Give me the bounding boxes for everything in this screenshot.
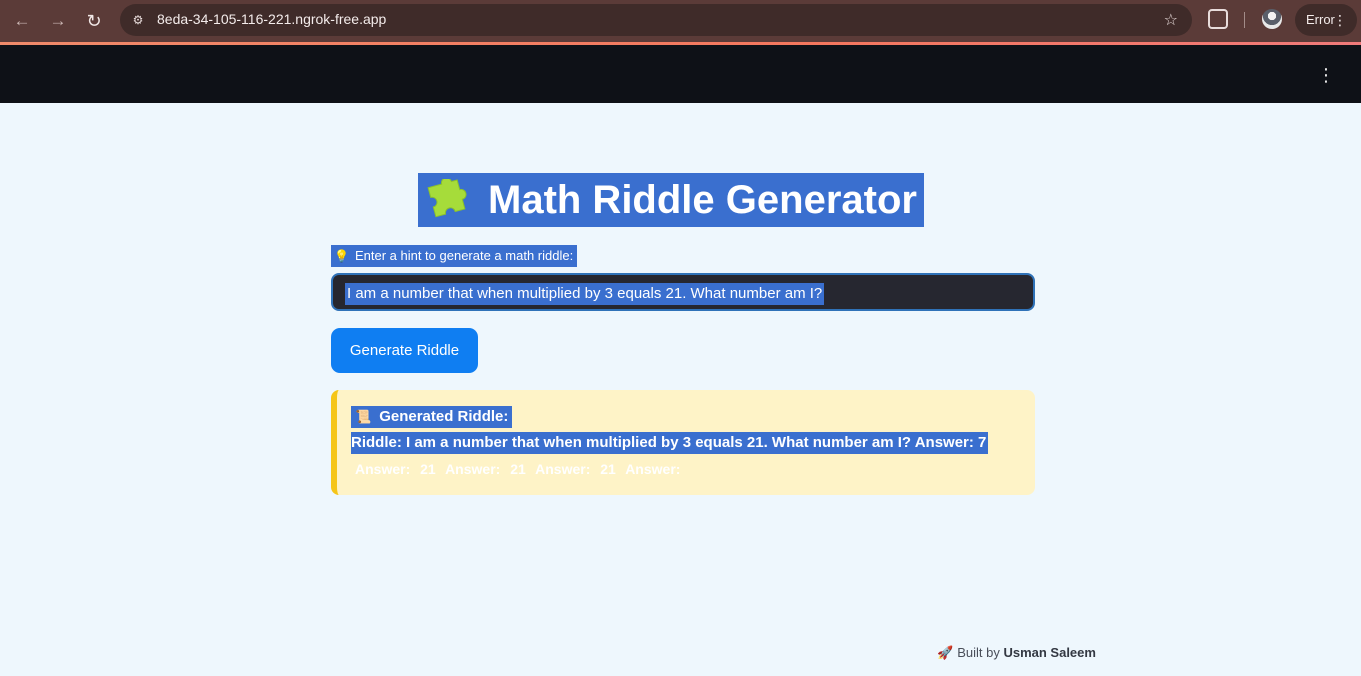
back-button[interactable]: ← (10, 9, 34, 33)
generate-riddle-button[interactable]: Generate Riddle (331, 328, 478, 373)
browser-toolbar: ← → ↻ ⚙ 8eda-34-105-116-221.ngrok-free.a… (0, 0, 1361, 42)
result-heading-text: Generated Riddle: (379, 408, 509, 425)
page-title: Math Riddle Generator (418, 173, 924, 227)
scroll-icon: 📜 (355, 409, 372, 424)
footer-author: Usman Saleem (1003, 645, 1096, 660)
footer: 🚀 Built by Usman Saleem (937, 645, 1096, 661)
extensions-icon[interactable] (1208, 9, 1228, 29)
title-text: Math Riddle Generator (488, 178, 917, 222)
rocket-icon: 🚀 (937, 645, 954, 660)
browser-menu-icon: ⋮ (1333, 12, 1347, 28)
reload-button[interactable]: ↻ (82, 9, 106, 33)
star-icon[interactable]: ☆ (1164, 10, 1178, 30)
toolbar-divider (1244, 12, 1245, 28)
footer-prefix: Built by (957, 645, 1000, 660)
error-menu-button[interactable]: Error ⋮ (1295, 4, 1357, 36)
result-panel: 📜 Generated Riddle: Riddle: I am a number… (331, 390, 1035, 495)
hint-label: 💡 Enter a hint to generate a math riddle: (331, 245, 578, 267)
forward-button[interactable]: → (46, 9, 70, 33)
address-bar[interactable]: ⚙ 8eda-34-105-116-221.ngrok-free.app ☆ (120, 4, 1192, 36)
hint-input-value[interactable]: I am a number that when multiplied by 3 … (345, 283, 825, 305)
result-extra-text: Answer: 21 Answer: 21 Answer: 21 Answer: (355, 461, 681, 477)
puzzle-icon (427, 179, 467, 218)
url-text[interactable]: 8eda-34-105-116-221.ngrok-free.app (157, 11, 386, 27)
result-riddle-text: Riddle: I am a number that when multipli… (351, 432, 989, 454)
result-heading: 📜 Generated Riddle: (351, 406, 513, 428)
error-label: Error (1306, 12, 1335, 27)
site-info-icon[interactable]: ⚙ (130, 12, 146, 28)
profile-avatar[interactable] (1262, 9, 1282, 29)
app-header: ⋮ (0, 45, 1361, 103)
hint-label-text: Enter a hint to generate a math riddle: (354, 248, 574, 263)
kebab-menu-icon[interactable]: ⋮ (1317, 66, 1335, 84)
hint-input[interactable]: I am a number that when multiplied by 3 … (331, 273, 1035, 311)
lightbulb-icon: 💡 (334, 249, 349, 263)
